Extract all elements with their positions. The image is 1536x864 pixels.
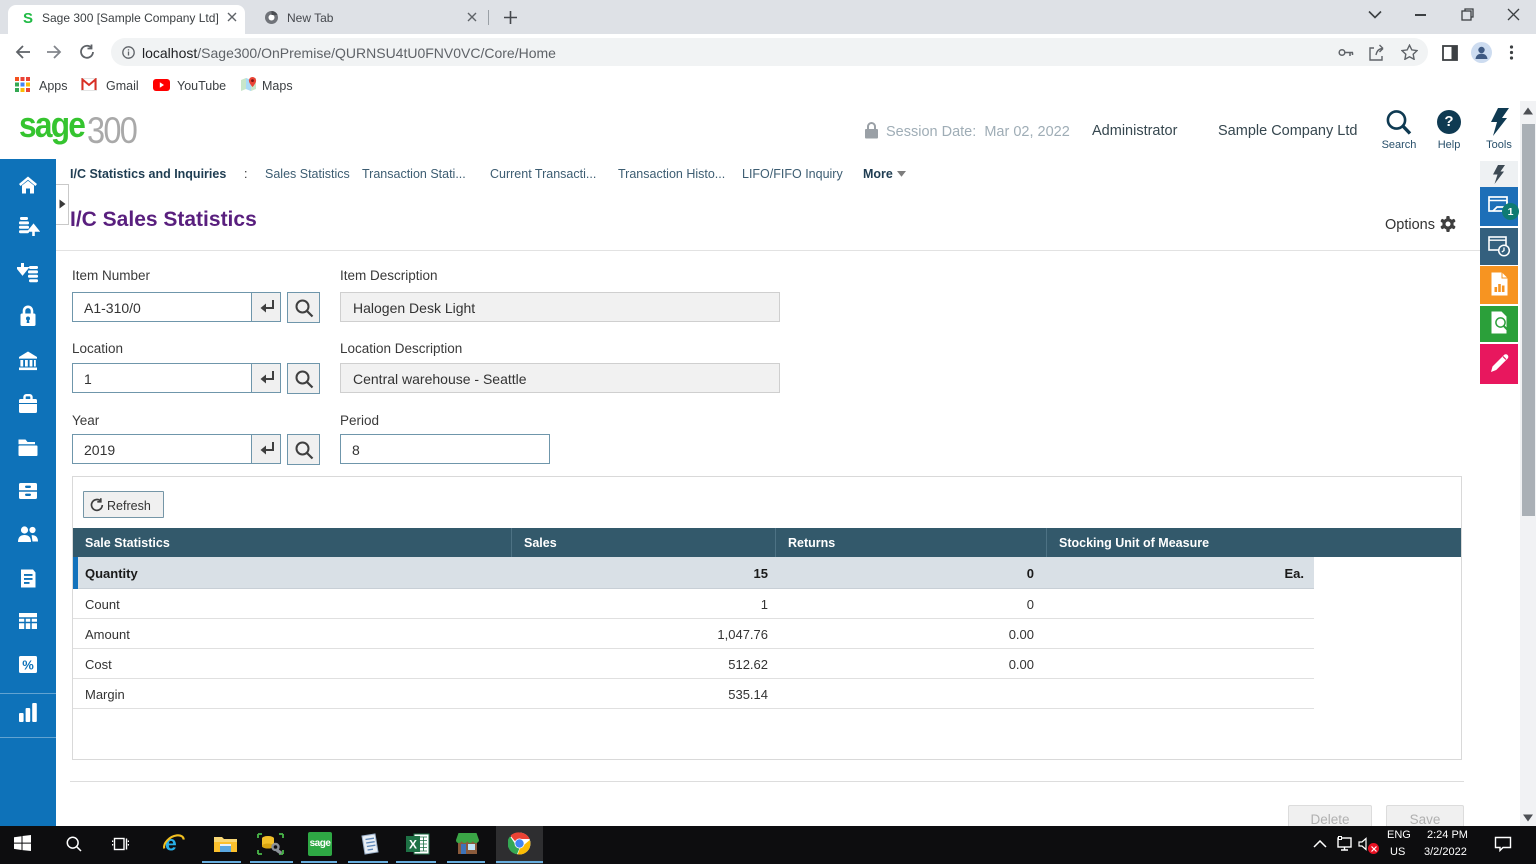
svg-text:%: %: [22, 658, 34, 673]
svg-text:X: X: [409, 838, 417, 852]
